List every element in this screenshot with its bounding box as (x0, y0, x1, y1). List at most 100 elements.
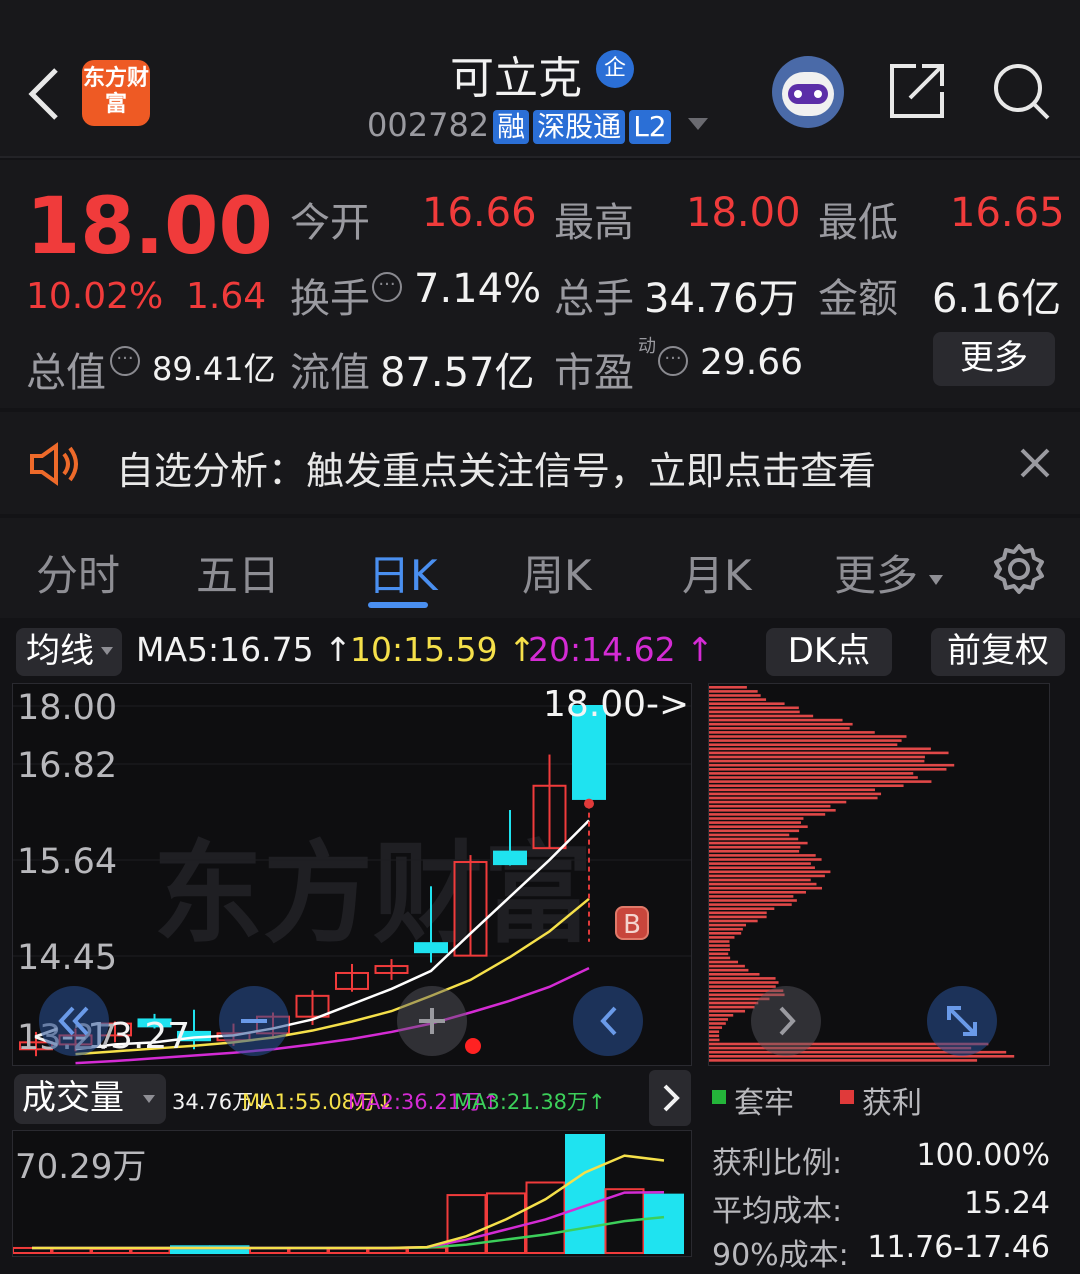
vol-current-value: 34.76万 (172, 1090, 254, 1114)
close-icon[interactable] (1018, 446, 1052, 480)
scroll-left-button[interactable] (573, 986, 643, 1056)
chip-bar (709, 706, 799, 710)
robot-avatar-icon[interactable] (772, 56, 844, 128)
tab-daily-k[interactable]: 日K (368, 542, 438, 603)
dk-button[interactable]: DK点 (766, 628, 892, 676)
chip-bar (709, 800, 847, 804)
info-icon[interactable]: ··· (658, 346, 688, 376)
chip-bar (709, 960, 739, 964)
buy-marker-dot (584, 798, 594, 809)
chip-bar (709, 829, 800, 833)
mktcap-value: 89.41亿 (152, 350, 276, 388)
profit-ratio-label: 获利比例: (712, 1146, 843, 1181)
chip-bar (709, 788, 875, 792)
chip-bar (709, 817, 804, 820)
chip-bar (709, 948, 730, 951)
ma10-value: 10:15.59 (350, 630, 498, 669)
chip-bar (709, 1018, 729, 1021)
chip-bar (709, 722, 853, 726)
notice-text[interactable]: 自选分析：触发重点关注信号，立即点击查看 (116, 440, 876, 495)
scroll-left-fast-button[interactable] (39, 986, 109, 1056)
tab-weekly-k[interactable]: 周K (522, 542, 592, 603)
legend-swatch-profit (840, 1090, 854, 1104)
volume-chart[interactable]: 70.29万 (12, 1130, 692, 1257)
zoom-out-button[interactable] (219, 986, 289, 1056)
volume-bar (130, 1247, 171, 1255)
chip-bar (709, 1009, 746, 1013)
buy-marker[interactable]: B (615, 906, 649, 940)
zoom-in-button[interactable] (397, 986, 467, 1056)
chip-bar (709, 903, 792, 906)
chip-bar (709, 825, 808, 828)
turnover-value: 7.14% (414, 266, 542, 312)
chip-distribution[interactable] (708, 683, 1050, 1066)
volume-value: 34.76万 (644, 276, 799, 322)
badge-connect: 深股通 (533, 110, 626, 144)
chip-bar (709, 755, 925, 759)
info-icon[interactable]: ··· (110, 346, 140, 376)
cost90-label: 90%成本: (712, 1238, 849, 1273)
chip-bar (709, 702, 785, 705)
double-chevron-left-icon (58, 1006, 89, 1036)
gear-icon[interactable] (992, 542, 1046, 596)
chip-bar (709, 780, 932, 783)
vol-y-label: 70.29万 (15, 1147, 147, 1187)
more-button[interactable]: 更多 (933, 332, 1055, 386)
chip-bar (709, 804, 831, 808)
tab-five-day[interactable]: 五日 (196, 542, 280, 603)
chip-bar (709, 1034, 720, 1038)
vol-ma3-value: MA3:21.38万 (454, 1090, 589, 1114)
chip-bar (709, 751, 949, 755)
minus-icon (241, 1019, 267, 1023)
expand-button[interactable] (927, 986, 997, 1056)
event-dot (465, 1038, 481, 1054)
notice-bar[interactable]: 自选分析：触发重点关注信号，立即点击查看 (0, 412, 1080, 514)
chip-bar (709, 821, 801, 824)
app-logo: 东方财富 (82, 60, 150, 126)
tab-monthly-k[interactable]: 月K (682, 542, 752, 603)
chip-bar (709, 841, 808, 845)
amount-label: 金额 (818, 276, 898, 322)
tab-more[interactable]: 更多 (834, 542, 918, 603)
scroll-right-button[interactable] (751, 986, 821, 1056)
kline-chart[interactable]: 东方财富 18.00 16.82 15.64 14.45 13.27 18.00… (12, 683, 692, 1066)
volume-bar (644, 1193, 684, 1254)
chip-bar (709, 776, 918, 779)
caret-down-icon (929, 575, 943, 585)
cost90-value: 11.76-17.46 (867, 1230, 1050, 1265)
stock-name: 可立克 (450, 53, 582, 104)
candle-body (414, 942, 448, 954)
info-icon[interactable]: ··· (372, 272, 402, 302)
search-icon[interactable] (990, 60, 1054, 124)
chip-bar (709, 878, 811, 882)
low-label: 最低 (818, 200, 898, 246)
turnover-label: 换手 (290, 276, 370, 322)
share-icon[interactable] (886, 60, 948, 122)
volume-bar (565, 1134, 605, 1254)
tab-intraday[interactable]: 分时 (36, 542, 120, 603)
chip-bar (709, 768, 947, 771)
adjust-button[interactable]: 前复权 (931, 628, 1065, 676)
avg-cost-label: 平均成本: (712, 1194, 843, 1229)
expand-panel-button[interactable] (649, 1070, 691, 1126)
volume-bar (525, 1181, 566, 1254)
chip-bar (709, 927, 743, 931)
pe-value: 29.66 (700, 342, 804, 383)
chip-bar (709, 1014, 734, 1017)
badge-margin: 融 (493, 110, 530, 144)
chip-bar (709, 940, 730, 943)
back-icon[interactable] (24, 66, 64, 122)
app-logo-text: 东方财富 (82, 66, 149, 117)
profit-ratio-value: 100.00% (916, 1138, 1050, 1173)
chip-bar (709, 694, 761, 697)
mktcap-label: 总值 (26, 350, 106, 396)
y-label: 18.00 (17, 688, 118, 728)
chip-bar (709, 973, 760, 976)
chip-bar (709, 915, 767, 919)
chip-bar (709, 891, 806, 894)
chevron-down-icon[interactable] (686, 116, 710, 132)
badge-l2: L2 (629, 110, 671, 144)
high-value: 18.00 (686, 190, 801, 236)
stock-code-row: 002782 融深股通 L2 (367, 106, 671, 144)
chip-bar (709, 735, 907, 738)
